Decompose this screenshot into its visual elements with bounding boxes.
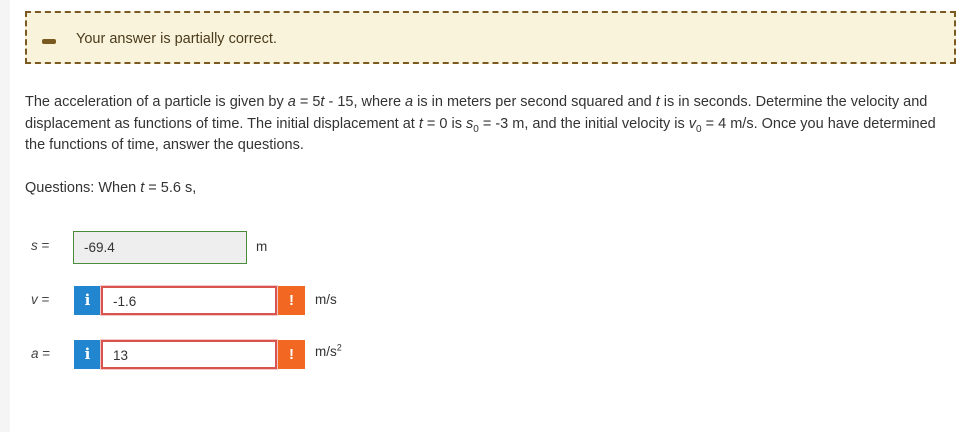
left-gutter	[0, 0, 10, 432]
questions-prompt: Questions: When t = 5.6 s,	[25, 180, 197, 196]
s-unit: m	[256, 239, 268, 254]
v-info-icon[interactable]: i	[74, 286, 101, 315]
a-unit: m/s2	[315, 342, 342, 359]
feedback-message: Your answer is partially correct.	[76, 31, 277, 47]
v-error-icon[interactable]: !	[278, 286, 305, 315]
question-page: Your answer is partially correct. The ac…	[0, 0, 965, 432]
v-label: v =	[31, 292, 50, 307]
s-label: s =	[31, 238, 50, 253]
a-answer-field[interactable]: 13	[101, 340, 277, 369]
minus-icon	[42, 39, 56, 44]
a-error-icon[interactable]: !	[278, 340, 305, 369]
v-unit: m/s	[315, 292, 337, 307]
a-info-icon[interactable]: i	[74, 340, 101, 369]
problem-statement: The acceleration of a particle is given …	[25, 94, 936, 153]
feedback-banner: Your answer is partially correct.	[25, 11, 956, 64]
a-label: a =	[31, 346, 51, 361]
v-answer-field[interactable]: -1.6	[101, 286, 277, 315]
s-answer-field[interactable]: -69.4	[73, 231, 247, 264]
